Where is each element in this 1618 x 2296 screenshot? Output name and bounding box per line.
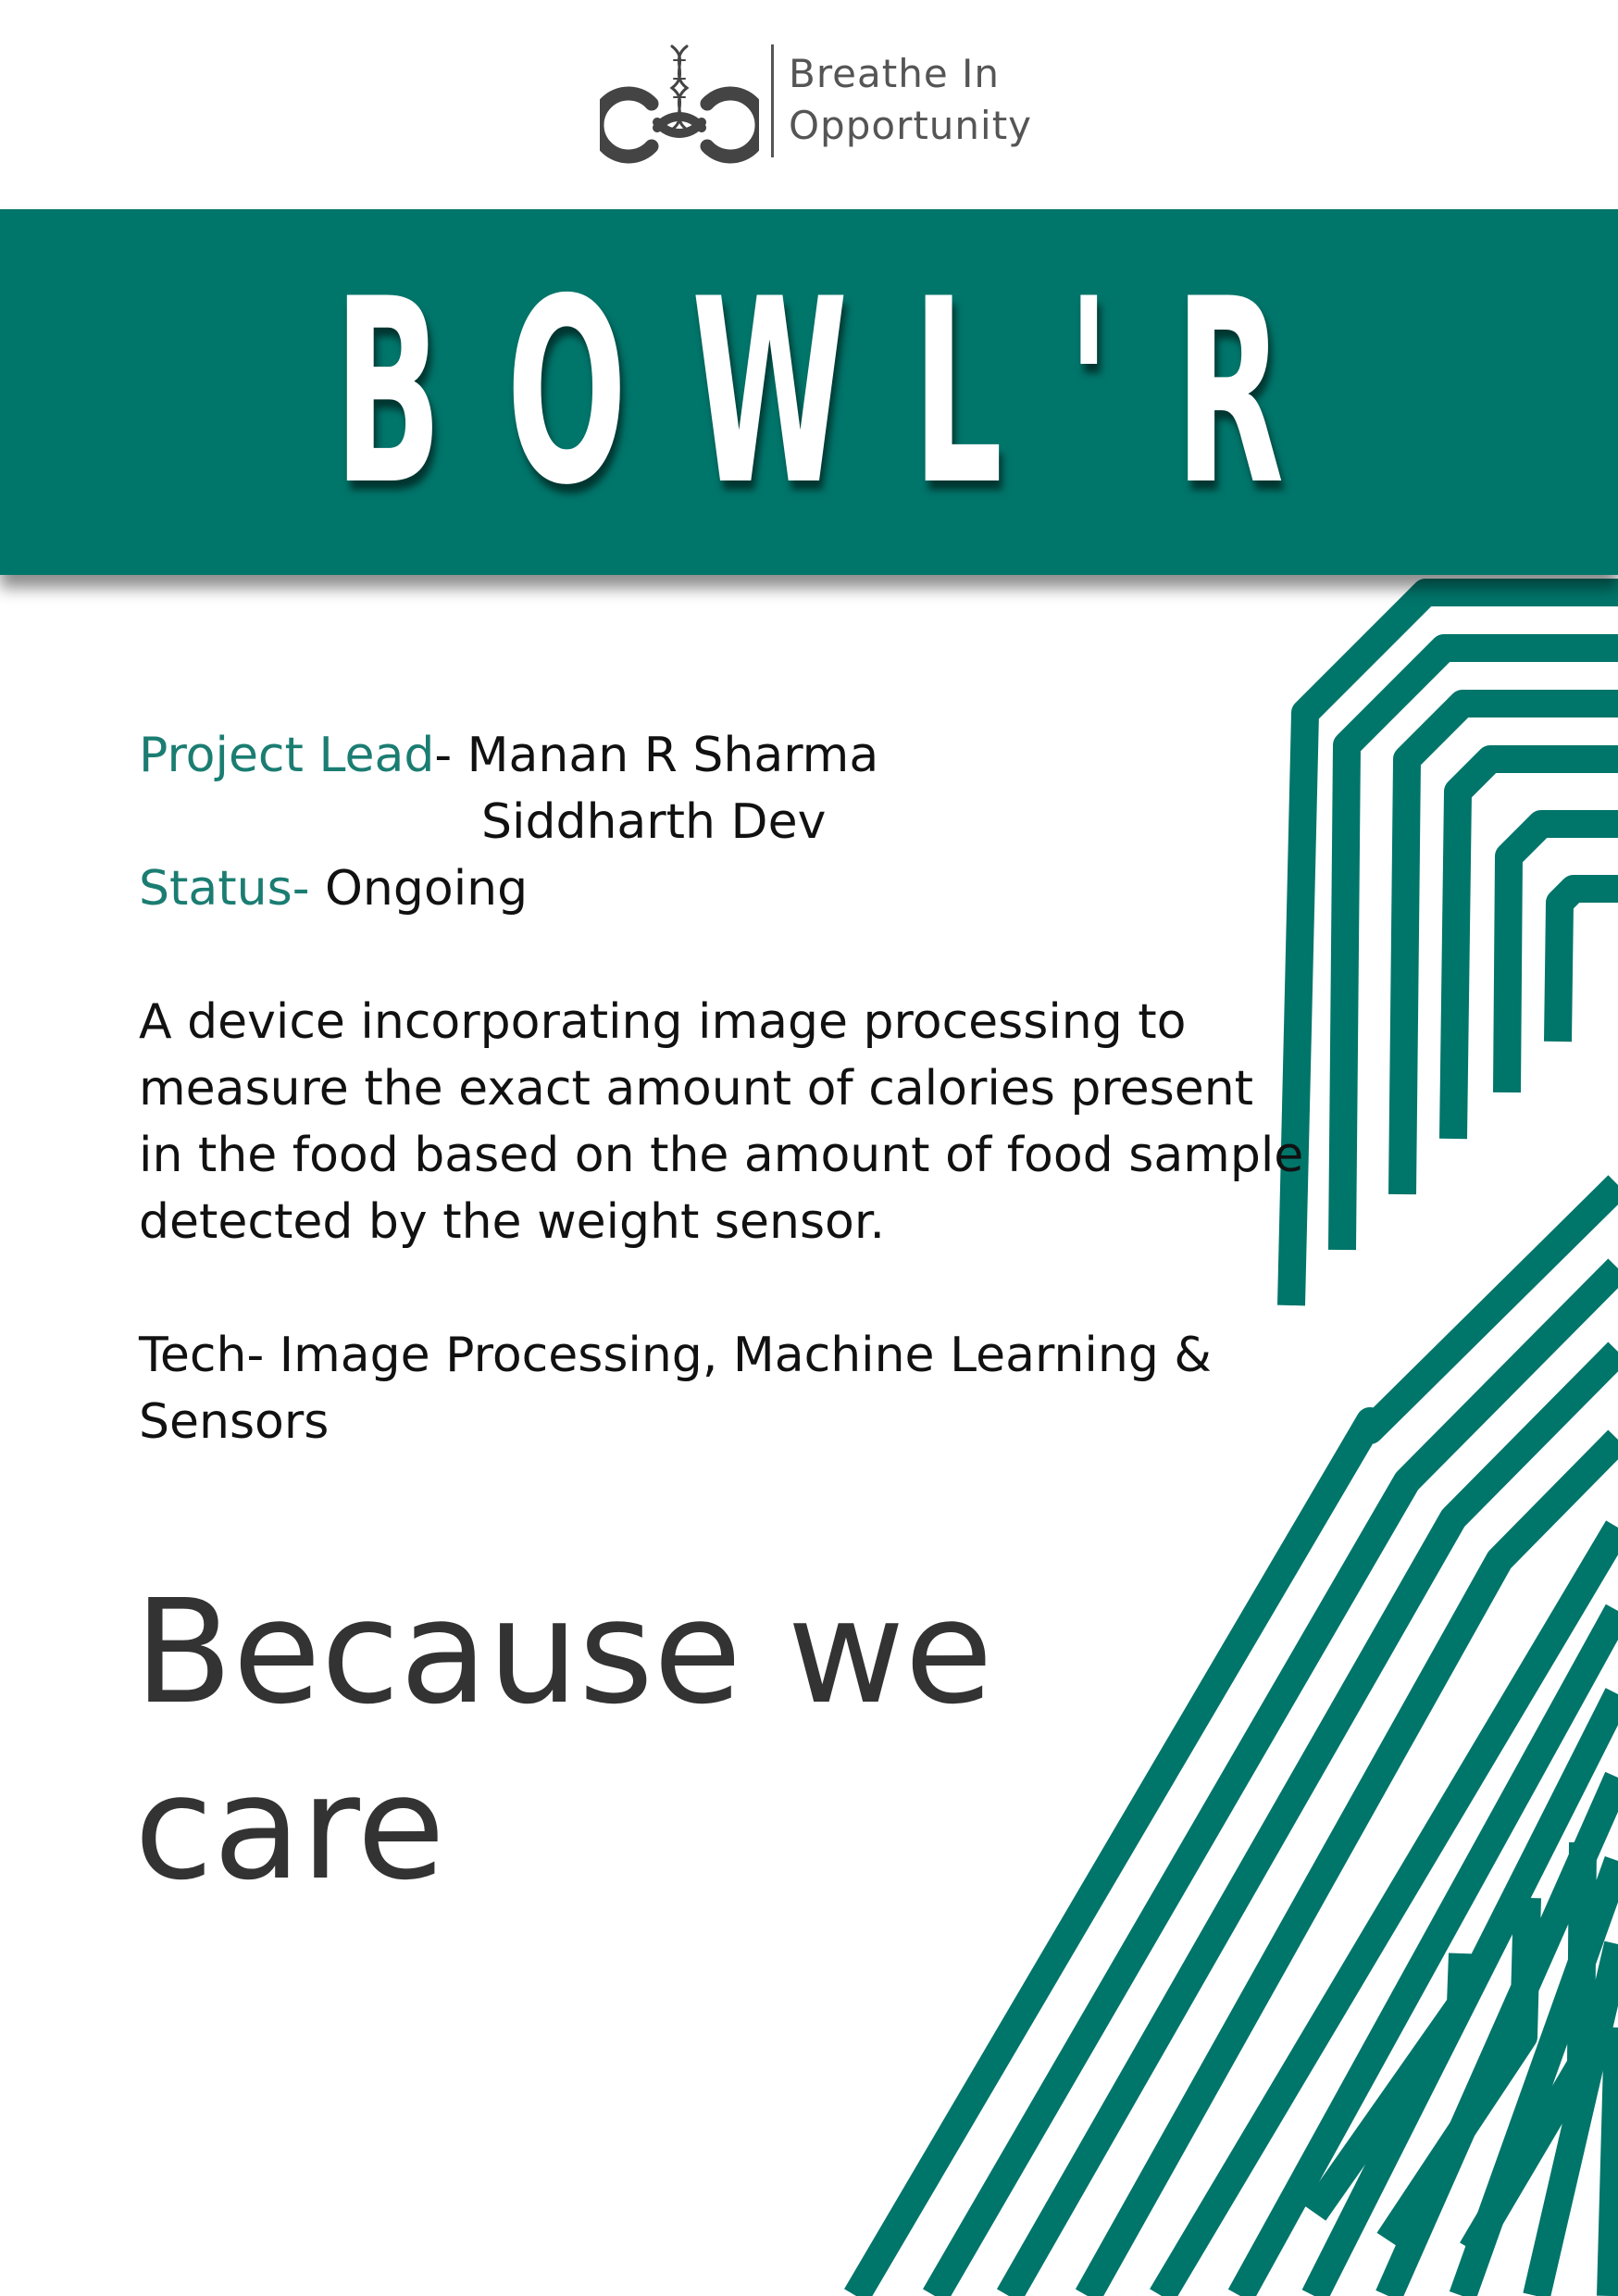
slogan-line-1: Because we	[134, 1568, 993, 1736]
organization-logo-icon	[600, 44, 759, 164]
project-lead-separator: -	[434, 728, 467, 783]
status-label: Status-	[139, 861, 325, 917]
project-title: BOWL'R	[333, 243, 1349, 541]
tech-line: Tech- Image Processing, Machine Learning…	[139, 1328, 1212, 1383]
tech-stack: Tech- Image Processing, Machine Learning…	[139, 1322, 1296, 1455]
tech-line: Sensors	[139, 1394, 330, 1450]
header: Breathe In Opportunity	[0, 0, 1618, 208]
project-description: A device incorporating image processing …	[139, 989, 1304, 1255]
project-details: Project Lead- Manan R Sharma Siddharth D…	[139, 722, 1304, 1455]
project-lead-name-2: Siddharth Dev	[481, 794, 827, 850]
tagline-line-1: Breathe In	[789, 51, 1001, 96]
project-lead-row: Project Lead- Manan R Sharma	[139, 722, 1296, 789]
project-lead-name-1: Manan R Sharma	[467, 728, 879, 783]
description-line: measure the exact amount of calories pre…	[139, 1061, 1254, 1117]
slogan-line-2: care	[134, 1744, 445, 1912]
description-line: in the food based on the amount of food …	[139, 1128, 1304, 1183]
logo-divider	[771, 44, 774, 157]
project-lead-label: Project Lead	[139, 728, 435, 783]
project-lead-name-2-row: Siddharth Dev	[139, 789, 1296, 855]
title-banner: BOWL'R	[0, 209, 1618, 575]
slogan: Because we care	[134, 1565, 993, 1916]
description-line: detected by the weight sensor.	[139, 1194, 885, 1250]
description-line: A device incorporating image processing …	[139, 994, 1187, 1050]
tagline-line-2: Opportunity	[789, 103, 1033, 148]
status-row: Status- Ongoing	[139, 855, 1296, 922]
logo-tagline: Breathe In Opportunity	[789, 48, 1032, 152]
status-value: Ongoing	[325, 861, 529, 917]
